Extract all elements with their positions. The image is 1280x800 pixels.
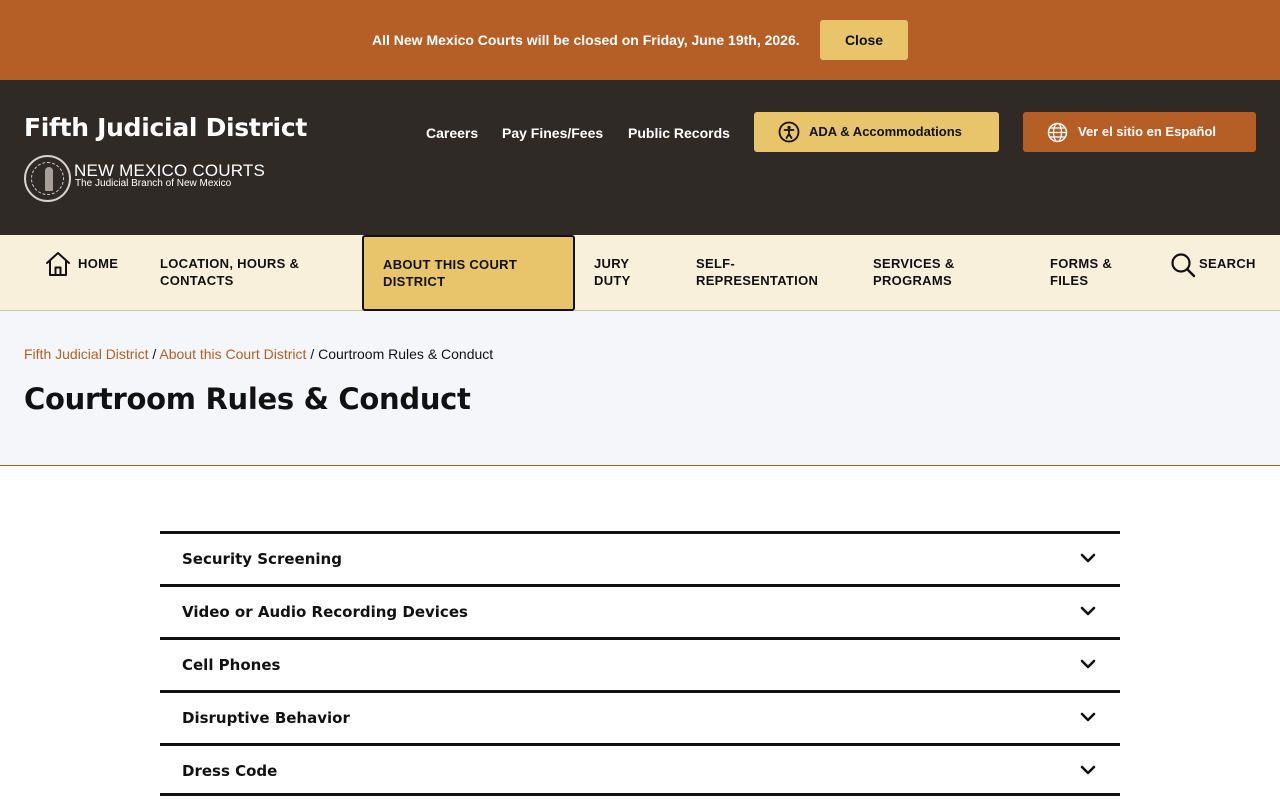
home-icon[interactable]	[44, 250, 72, 283]
chevron-down-icon	[1080, 551, 1096, 569]
seal-figure	[45, 167, 53, 191]
nav-label-line: REPRESENTATION	[696, 273, 819, 288]
pay-fines-link[interactable]: Pay Fines/Fees	[502, 125, 603, 141]
spanish-site-button[interactable]: Ver el sitio en Español	[1023, 112, 1256, 152]
accordion-title: Security Screening	[182, 550, 342, 568]
breadcrumb-separator: /	[148, 346, 160, 362]
accordion-item-disruptive-behavior[interactable]: Disruptive Behavior	[160, 690, 1120, 743]
site-header: Fifth Judicial District NEW MEXICO COURT…	[0, 80, 1280, 235]
breadcrumb-home-link[interactable]: Fifth Judicial District	[24, 346, 148, 362]
breadcrumb: Fifth Judicial District / About this Cou…	[24, 346, 493, 362]
nav-search-label: SEARCH	[1199, 256, 1256, 271]
main-navigation: HOME LOCATION, HOURS & CONTACTS ABOUT TH…	[0, 235, 1280, 311]
breadcrumb-about-link[interactable]: About this Court District	[159, 346, 306, 362]
page-header: Fifth Judicial District / About this Cou…	[0, 311, 1280, 466]
spanish-label: Ver el sitio en Español	[1078, 124, 1216, 139]
nav-label-line: DISTRICT	[383, 274, 446, 289]
search-icon[interactable]	[1170, 252, 1196, 283]
accordion-item-security-screening[interactable]: Security Screening	[160, 531, 1120, 584]
rules-accordion: Security Screening Video or Audio Record…	[160, 531, 1120, 796]
nav-home[interactable]: HOME	[78, 255, 118, 272]
chevron-down-icon	[1080, 604, 1096, 622]
nav-label-line: ABOUT THIS COURT	[383, 257, 518, 272]
breadcrumb-separator: /	[306, 346, 319, 362]
site-title[interactable]: Fifth Judicial District	[24, 113, 307, 142]
globe-icon	[1047, 122, 1068, 146]
org-tagline: The Judicial Branch of New Mexico	[75, 178, 232, 189]
nav-label-line: LOCATION, HOURS &	[160, 256, 300, 271]
chevron-down-icon	[1080, 657, 1096, 675]
ada-label: ADA & Accommodations	[809, 124, 962, 139]
accessibility-icon	[778, 121, 800, 146]
court-seal-logo	[24, 155, 71, 202]
nav-jury-duty[interactable]: JURY DUTY	[594, 255, 631, 289]
chevron-down-icon	[1080, 710, 1096, 728]
page-title: Courtroom Rules & Conduct	[24, 382, 471, 416]
ada-accommodations-button[interactable]: ADA & Accommodations	[754, 112, 999, 152]
nav-label-line: PROGRAMS	[873, 273, 952, 288]
nav-services-programs[interactable]: SERVICES & PROGRAMS	[873, 255, 955, 289]
nav-search[interactable]: SEARCH	[1199, 255, 1256, 272]
nav-label-line: SELF-	[696, 256, 736, 271]
accordion-title: Video or Audio Recording Devices	[182, 603, 468, 621]
accordion-item-dress-code[interactable]: Dress Code	[160, 743, 1120, 796]
alert-banner: All New Mexico Courts will be closed on …	[0, 0, 1280, 80]
alert-message: All New Mexico Courts will be closed on …	[372, 32, 800, 48]
accordion-item-cell-phones[interactable]: Cell Phones	[160, 637, 1120, 690]
nav-about-court-district[interactable]: ABOUT THIS COURT DISTRICT	[362, 235, 575, 311]
nav-label-line: FORMS &	[1050, 256, 1113, 271]
nav-about-label: ABOUT THIS COURT DISTRICT	[383, 256, 517, 290]
breadcrumb-current: Courtroom Rules & Conduct	[318, 346, 494, 362]
accordion-title: Disruptive Behavior	[182, 709, 350, 727]
nav-label-line: SERVICES &	[873, 256, 955, 271]
nav-location-hours-contacts[interactable]: LOCATION, HOURS & CONTACTS	[160, 255, 299, 289]
careers-link[interactable]: Careers	[426, 125, 478, 141]
nav-home-label: HOME	[78, 256, 119, 271]
chevron-down-icon	[1080, 763, 1096, 781]
nav-label-line: DUTY	[594, 273, 631, 288]
accordion-title: Cell Phones	[182, 656, 281, 674]
nav-forms-files[interactable]: FORMS & FILES	[1050, 255, 1112, 289]
public-records-link[interactable]: Public Records	[628, 125, 730, 141]
nav-label-line: CONTACTS	[160, 273, 234, 288]
accordion-title: Dress Code	[182, 762, 278, 780]
nav-label-line: FILES	[1050, 273, 1089, 288]
close-alert-button[interactable]: Close	[820, 20, 908, 60]
accordion-item-recording-devices[interactable]: Video or Audio Recording Devices	[160, 584, 1120, 637]
nav-label-line: JURY	[594, 256, 630, 271]
nav-self-representation[interactable]: SELF- REPRESENTATION	[696, 255, 818, 289]
